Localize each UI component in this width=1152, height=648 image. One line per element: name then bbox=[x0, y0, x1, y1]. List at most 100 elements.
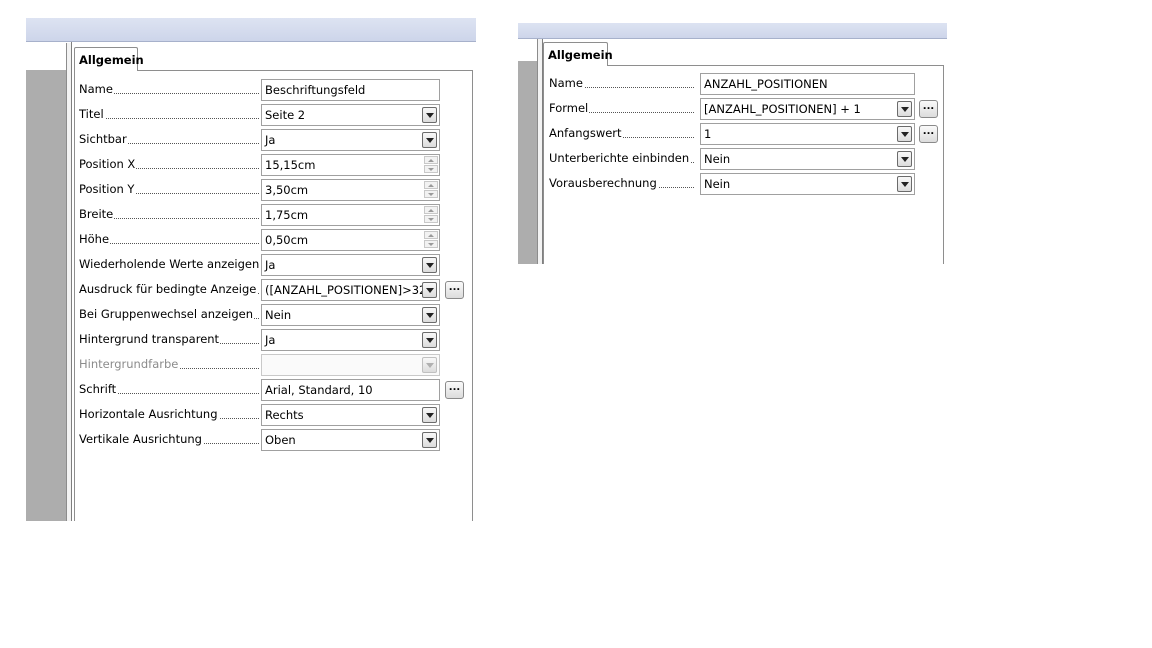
select-ausdruck-fuer-bedingte-anzeige[interactable]: ([ANZAHL_POSITIONEN]>32) bbox=[261, 279, 440, 301]
panel-title-bar bbox=[26, 18, 476, 42]
spinfield-position-x[interactable]: 15,15cm bbox=[261, 154, 440, 176]
property-label-text: Wiederholende Werte anzeigen bbox=[79, 257, 259, 271]
property-label: Horizontale Ausrichtung bbox=[79, 407, 259, 422]
dropdown-button[interactable] bbox=[897, 126, 912, 142]
property-label: Name bbox=[79, 82, 259, 97]
field-value: Nein bbox=[704, 177, 731, 191]
panel-content: Allgemein Name ANZAHL_POSITIONEN Formel [AN… bbox=[542, 39, 947, 264]
select-horizontale-ausrichtung[interactable]: Rechts bbox=[261, 404, 440, 426]
select-vertikale-ausrichtung[interactable]: Oben bbox=[261, 429, 440, 451]
select-bei-gruppenwechsel-anzeigen[interactable]: Nein bbox=[261, 304, 440, 326]
spin-up-button[interactable] bbox=[424, 181, 438, 189]
property-row-position-x: Position X 15,15cm bbox=[79, 154, 471, 176]
property-label-text: Sichtbar bbox=[79, 132, 128, 146]
select-titel[interactable]: Seite 2 bbox=[261, 104, 440, 126]
property-label: Vertikale Ausrichtung bbox=[79, 432, 259, 447]
input-schrift[interactable]: Arial, Standard, 10 bbox=[261, 379, 440, 401]
property-label: Höhe bbox=[79, 232, 259, 247]
spin-down-button[interactable] bbox=[424, 240, 438, 248]
field-value: [ANZAHL_POSITIONEN] + 1 bbox=[704, 102, 861, 116]
property-label-text: Ausdruck für bedingte Anzeige bbox=[79, 282, 258, 296]
property-label-text: Name bbox=[549, 76, 584, 90]
property-row-sichtbar: Sichtbar Ja bbox=[79, 129, 471, 151]
spinfield-breite[interactable]: 1,75cm bbox=[261, 204, 440, 226]
property-label-text: Breite bbox=[79, 207, 115, 221]
property-label: Sichtbar bbox=[79, 132, 259, 147]
property-label: Titel bbox=[79, 107, 259, 122]
input-name[interactable]: Beschriftungsfeld bbox=[261, 79, 440, 101]
field-value: 3,50cm bbox=[265, 183, 309, 197]
property-label: Hintergrund transparent bbox=[79, 332, 259, 347]
property-label: Wiederholende Werte anzeigen bbox=[79, 257, 259, 272]
property-label-text: Vorausberechnung bbox=[549, 176, 658, 190]
select-sichtbar[interactable]: Ja bbox=[261, 129, 440, 151]
select-vorausberechnung[interactable]: Nein bbox=[700, 173, 915, 195]
arrow-up-icon bbox=[428, 233, 434, 237]
tab-allgemein[interactable]: Allgemein bbox=[543, 42, 613, 66]
property-label-text: Position Y bbox=[79, 182, 136, 196]
property-row-horizontale-ausrichtung: Horizontale Ausrichtung Rechts bbox=[79, 404, 471, 426]
dropdown-button[interactable] bbox=[897, 176, 912, 192]
field-value: Beschriftungsfeld bbox=[265, 83, 366, 97]
chevron-down-icon bbox=[900, 181, 909, 187]
property-label: Position Y bbox=[79, 182, 259, 197]
chevron-down-icon bbox=[425, 262, 434, 268]
select-anfangswert[interactable]: 1 bbox=[700, 123, 915, 145]
ellipsis-button[interactable]: ... bbox=[919, 125, 938, 143]
spin-buttons[interactable] bbox=[424, 156, 438, 174]
spinfield-hoehe[interactable]: 0,50cm bbox=[261, 229, 440, 251]
chevron-down-icon bbox=[425, 137, 434, 143]
ellipsis-button[interactable]: ... bbox=[919, 100, 938, 118]
property-label-text: Formel bbox=[549, 101, 590, 115]
tab-allgemein[interactable]: Allgemein bbox=[74, 47, 144, 71]
spinfield-position-y[interactable]: 3,50cm bbox=[261, 179, 440, 201]
field-value: ANZAHL_POSITIONEN bbox=[704, 77, 828, 91]
property-label-text: Position X bbox=[79, 157, 137, 171]
dropdown-button[interactable] bbox=[422, 407, 437, 423]
arrow-down-icon bbox=[428, 167, 434, 171]
ellipsis-button[interactable]: ... bbox=[445, 281, 464, 299]
spin-buttons[interactable] bbox=[424, 181, 438, 199]
spin-down-button[interactable] bbox=[424, 190, 438, 198]
dropdown-button[interactable] bbox=[422, 432, 437, 448]
property-row-hintergrundfarbe: Hintergrundfarbe bbox=[79, 354, 471, 376]
tab-page: Name Beschriftungsfeld Titel Seite 2 Sichtba… bbox=[74, 70, 473, 521]
select-formel[interactable]: [ANZAHL_POSITIONEN] + 1 bbox=[700, 98, 915, 120]
tab-page: Name ANZAHL_POSITIONEN Formel [ANZAHL_POSIT… bbox=[543, 65, 944, 264]
spin-up-button[interactable] bbox=[424, 156, 438, 164]
property-row-wiederholende-werte-anzeigen: Wiederholende Werte anzeigen Ja bbox=[79, 254, 471, 276]
property-row-name: Name ANZAHL_POSITIONEN bbox=[549, 73, 941, 95]
dropdown-button[interactable] bbox=[422, 132, 437, 148]
dropdown-button[interactable] bbox=[422, 332, 437, 348]
chevron-down-icon bbox=[425, 112, 434, 118]
dropdown-button[interactable] bbox=[422, 282, 437, 298]
dropdown-button[interactable] bbox=[422, 107, 437, 123]
select-unterberichte-einbinden[interactable]: Nein bbox=[700, 148, 915, 170]
spin-down-button[interactable] bbox=[424, 165, 438, 173]
dropdown-button[interactable] bbox=[897, 101, 912, 117]
select-wiederholende-werte-anzeigen[interactable]: Ja bbox=[261, 254, 440, 276]
chevron-down-icon bbox=[425, 412, 434, 418]
input-name[interactable]: ANZAHL_POSITIONEN bbox=[700, 73, 915, 95]
panel-left-gutter bbox=[518, 61, 537, 264]
spin-buttons[interactable] bbox=[424, 206, 438, 224]
property-row-name: Name Beschriftungsfeld bbox=[79, 79, 471, 101]
spin-up-button[interactable] bbox=[424, 206, 438, 214]
spin-buttons[interactable] bbox=[424, 231, 438, 249]
field-value: Ja bbox=[265, 133, 276, 147]
chevron-down-icon bbox=[900, 106, 909, 112]
select-hintergrund-transparent[interactable]: Ja bbox=[261, 329, 440, 351]
spin-down-button[interactable] bbox=[424, 215, 438, 223]
dropdown-button[interactable] bbox=[422, 307, 437, 323]
dropdown-button[interactable] bbox=[422, 257, 437, 273]
ellipsis-button[interactable]: ... bbox=[445, 381, 464, 399]
chevron-down-icon bbox=[425, 287, 434, 293]
dropdown-button[interactable] bbox=[897, 151, 912, 167]
chevron-down-icon bbox=[425, 312, 434, 318]
field-value: 1,75cm bbox=[265, 208, 309, 222]
property-label-text: Bei Gruppenwechsel anzeigen bbox=[79, 307, 255, 321]
arrow-down-icon bbox=[428, 242, 434, 246]
property-label: Position X bbox=[79, 157, 259, 172]
field-value: ([ANZAHL_POSITIONEN]>32) bbox=[265, 283, 431, 297]
spin-up-button[interactable] bbox=[424, 231, 438, 239]
